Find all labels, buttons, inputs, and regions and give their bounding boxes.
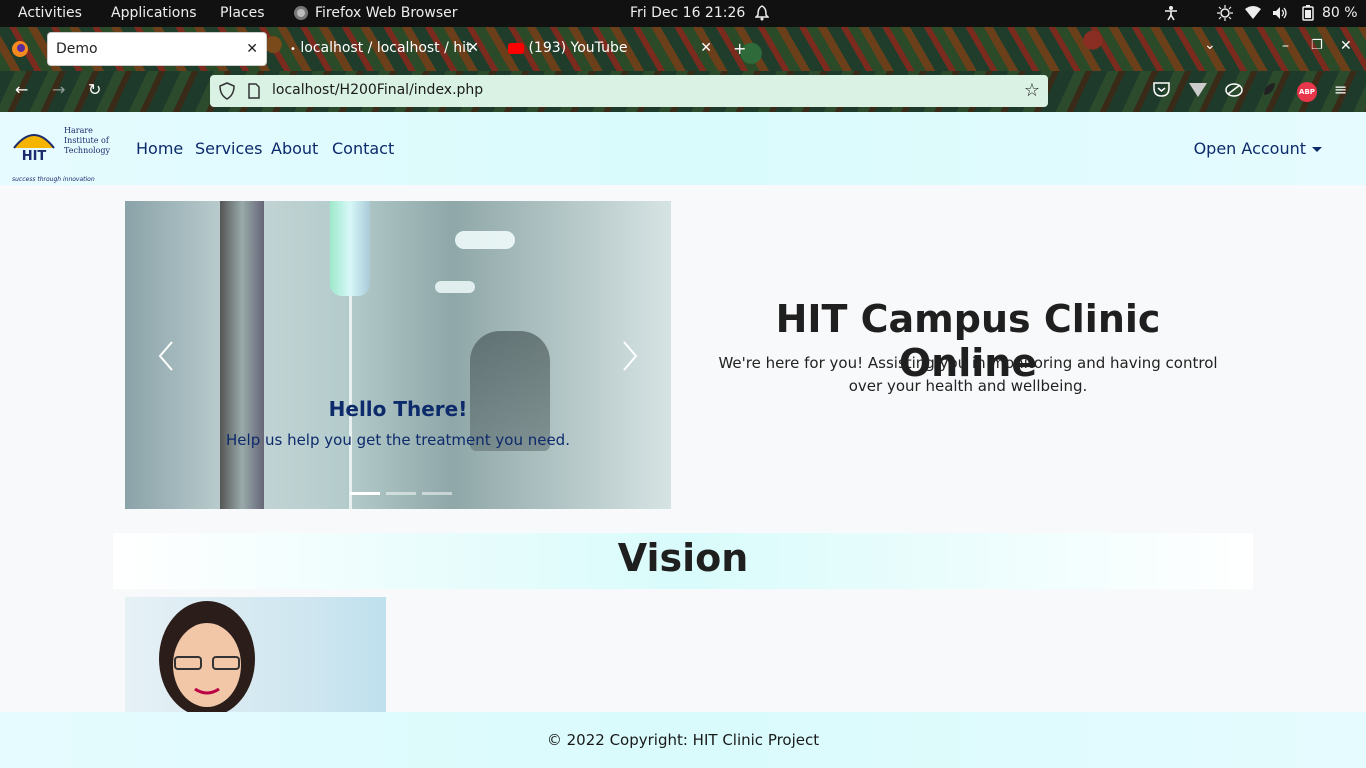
- places-menu[interactable]: Places: [220, 5, 265, 21]
- logo-line-3: Technology: [64, 146, 111, 155]
- browser-tab-strip: Demo ✕ • localhost / localhost / hit ✕ (…: [0, 27, 1366, 71]
- carousel-image-light: [455, 231, 515, 249]
- firefox-logo-icon[interactable]: [11, 40, 29, 62]
- caret-down-icon: [1312, 147, 1322, 152]
- hit-logo[interactable]: HIT Harare Institute of Technology succe…: [12, 124, 112, 183]
- bookmark-star-icon[interactable]: ☆: [1024, 80, 1040, 101]
- carousel-image-light: [435, 281, 475, 293]
- nav-home[interactable]: Home: [136, 139, 183, 158]
- tab-youtube[interactable]: (193) YouTube ✕: [500, 32, 720, 66]
- site-footer: © 2022 Copyright: HIT Clinic Project: [0, 712, 1366, 768]
- web-page: HIT Harare Institute of Technology succe…: [0, 112, 1366, 768]
- new-tab-icon[interactable]: +: [733, 39, 746, 58]
- tab-phpmyadmin[interactable]: • localhost / localhost / hit ✕: [282, 32, 487, 66]
- battery-percentage: 80 %: [1322, 5, 1358, 21]
- logo-text: Harare Institute of Technology: [64, 126, 110, 156]
- open-account-dropdown[interactable]: Open Account: [1194, 139, 1322, 158]
- logo-tagline: success through innovation: [12, 176, 95, 183]
- tab-title: (193) YouTube: [528, 40, 628, 56]
- tab-dot-icon: •: [290, 44, 296, 55]
- carousel-indicator-1[interactable]: [350, 492, 380, 495]
- doctor-portrait: [159, 601, 255, 717]
- hero-subtitle: We're here for you! Assisting you in mon…: [718, 354, 1218, 395]
- carousel-indicators: [347, 480, 455, 499]
- carousel-indicator-2[interactable]: [386, 492, 416, 495]
- url-text: localhost/H200Final/index.php: [272, 82, 484, 98]
- youtube-icon: [508, 42, 524, 54]
- activities-button[interactable]: Activities: [18, 5, 82, 21]
- footer-copyright: © 2022 Copyright: HIT Clinic Project: [546, 731, 820, 749]
- app-menu[interactable]: Firefox Web Browser: [315, 5, 458, 21]
- reload-icon[interactable]: ↻: [88, 80, 101, 99]
- logo-line-1: Harare: [64, 126, 93, 135]
- clock[interactable]: Fri Dec 16 21:26: [630, 5, 745, 21]
- applications-menu[interactable]: Applications: [111, 5, 197, 21]
- nav-contact[interactable]: Contact: [332, 139, 394, 158]
- hit-logo-mark: HIT: [13, 134, 55, 164]
- extension-v-icon[interactable]: [1189, 82, 1207, 101]
- adblock-plus-icon[interactable]: ABP: [1297, 82, 1317, 102]
- carousel-image-iv-bag: [330, 201, 370, 296]
- tab-demo[interactable]: Demo ✕: [47, 32, 267, 66]
- extension-cloud-icon[interactable]: [1225, 81, 1243, 101]
- hamburger-menu-icon[interactable]: ≡: [1334, 80, 1347, 99]
- carousel-image-door: [220, 201, 264, 509]
- carousel-indicator-3[interactable]: [422, 492, 452, 495]
- carousel-caption-title: Hello There!: [328, 397, 468, 421]
- maximize-icon[interactable]: ❐: [1311, 38, 1323, 53]
- forward-icon[interactable]: →: [52, 80, 65, 99]
- page-info-icon[interactable]: [248, 83, 260, 103]
- logo-line-2: Institute of: [64, 136, 109, 145]
- close-tab-icon[interactable]: ✕: [246, 41, 258, 57]
- hit-logo-mark-text: HIT: [22, 149, 47, 164]
- accessibility-icon[interactable]: [1163, 5, 1179, 21]
- hero-carousel: Hello There! Help us help you get the tr…: [125, 201, 671, 509]
- vision-heading: Vision: [113, 533, 1253, 589]
- site-navbar: HIT Harare Institute of Technology succe…: [0, 112, 1366, 185]
- notification-bell-icon: [754, 5, 771, 21]
- tab-title: Demo: [56, 41, 98, 57]
- close-tab-icon[interactable]: ✕: [700, 40, 712, 56]
- extension-leaf-icon[interactable]: [1262, 81, 1276, 101]
- volume-icon[interactable]: [1272, 5, 1288, 21]
- vision-image-doctor: [125, 597, 386, 717]
- minimize-icon[interactable]: –: [1282, 38, 1289, 54]
- battery-icon[interactable]: [1302, 5, 1318, 21]
- carousel-prev-icon[interactable]: [158, 341, 174, 371]
- address-bar[interactable]: localhost/H200Final/index.php ☆: [210, 75, 1048, 107]
- list-all-tabs-icon[interactable]: ⌄: [1204, 37, 1216, 53]
- browser-toolbar: ← → ↻ localhost/H200Final/index.php ☆ AB…: [0, 71, 1366, 112]
- carousel-caption-text: Help us help you get the treatment you n…: [226, 431, 570, 449]
- nav-services[interactable]: Services: [195, 139, 262, 158]
- tracking-shield-icon[interactable]: [219, 82, 235, 104]
- tab-title: localhost / localhost / hit: [300, 40, 472, 56]
- pocket-icon[interactable]: [1153, 81, 1170, 101]
- open-account-label: Open Account: [1193, 139, 1306, 158]
- wifi-icon[interactable]: [1245, 5, 1261, 21]
- brightness-icon[interactable]: [1217, 5, 1233, 21]
- carousel-next-icon[interactable]: [622, 341, 638, 371]
- nav-about[interactable]: About: [271, 139, 318, 158]
- firefox-app-icon: [293, 5, 309, 21]
- close-tab-icon[interactable]: ✕: [467, 40, 479, 56]
- system-top-bar: Activities Applications Places Firefox W…: [0, 0, 1366, 27]
- close-window-icon[interactable]: ✕: [1340, 38, 1352, 54]
- back-icon[interactable]: ←: [15, 80, 28, 99]
